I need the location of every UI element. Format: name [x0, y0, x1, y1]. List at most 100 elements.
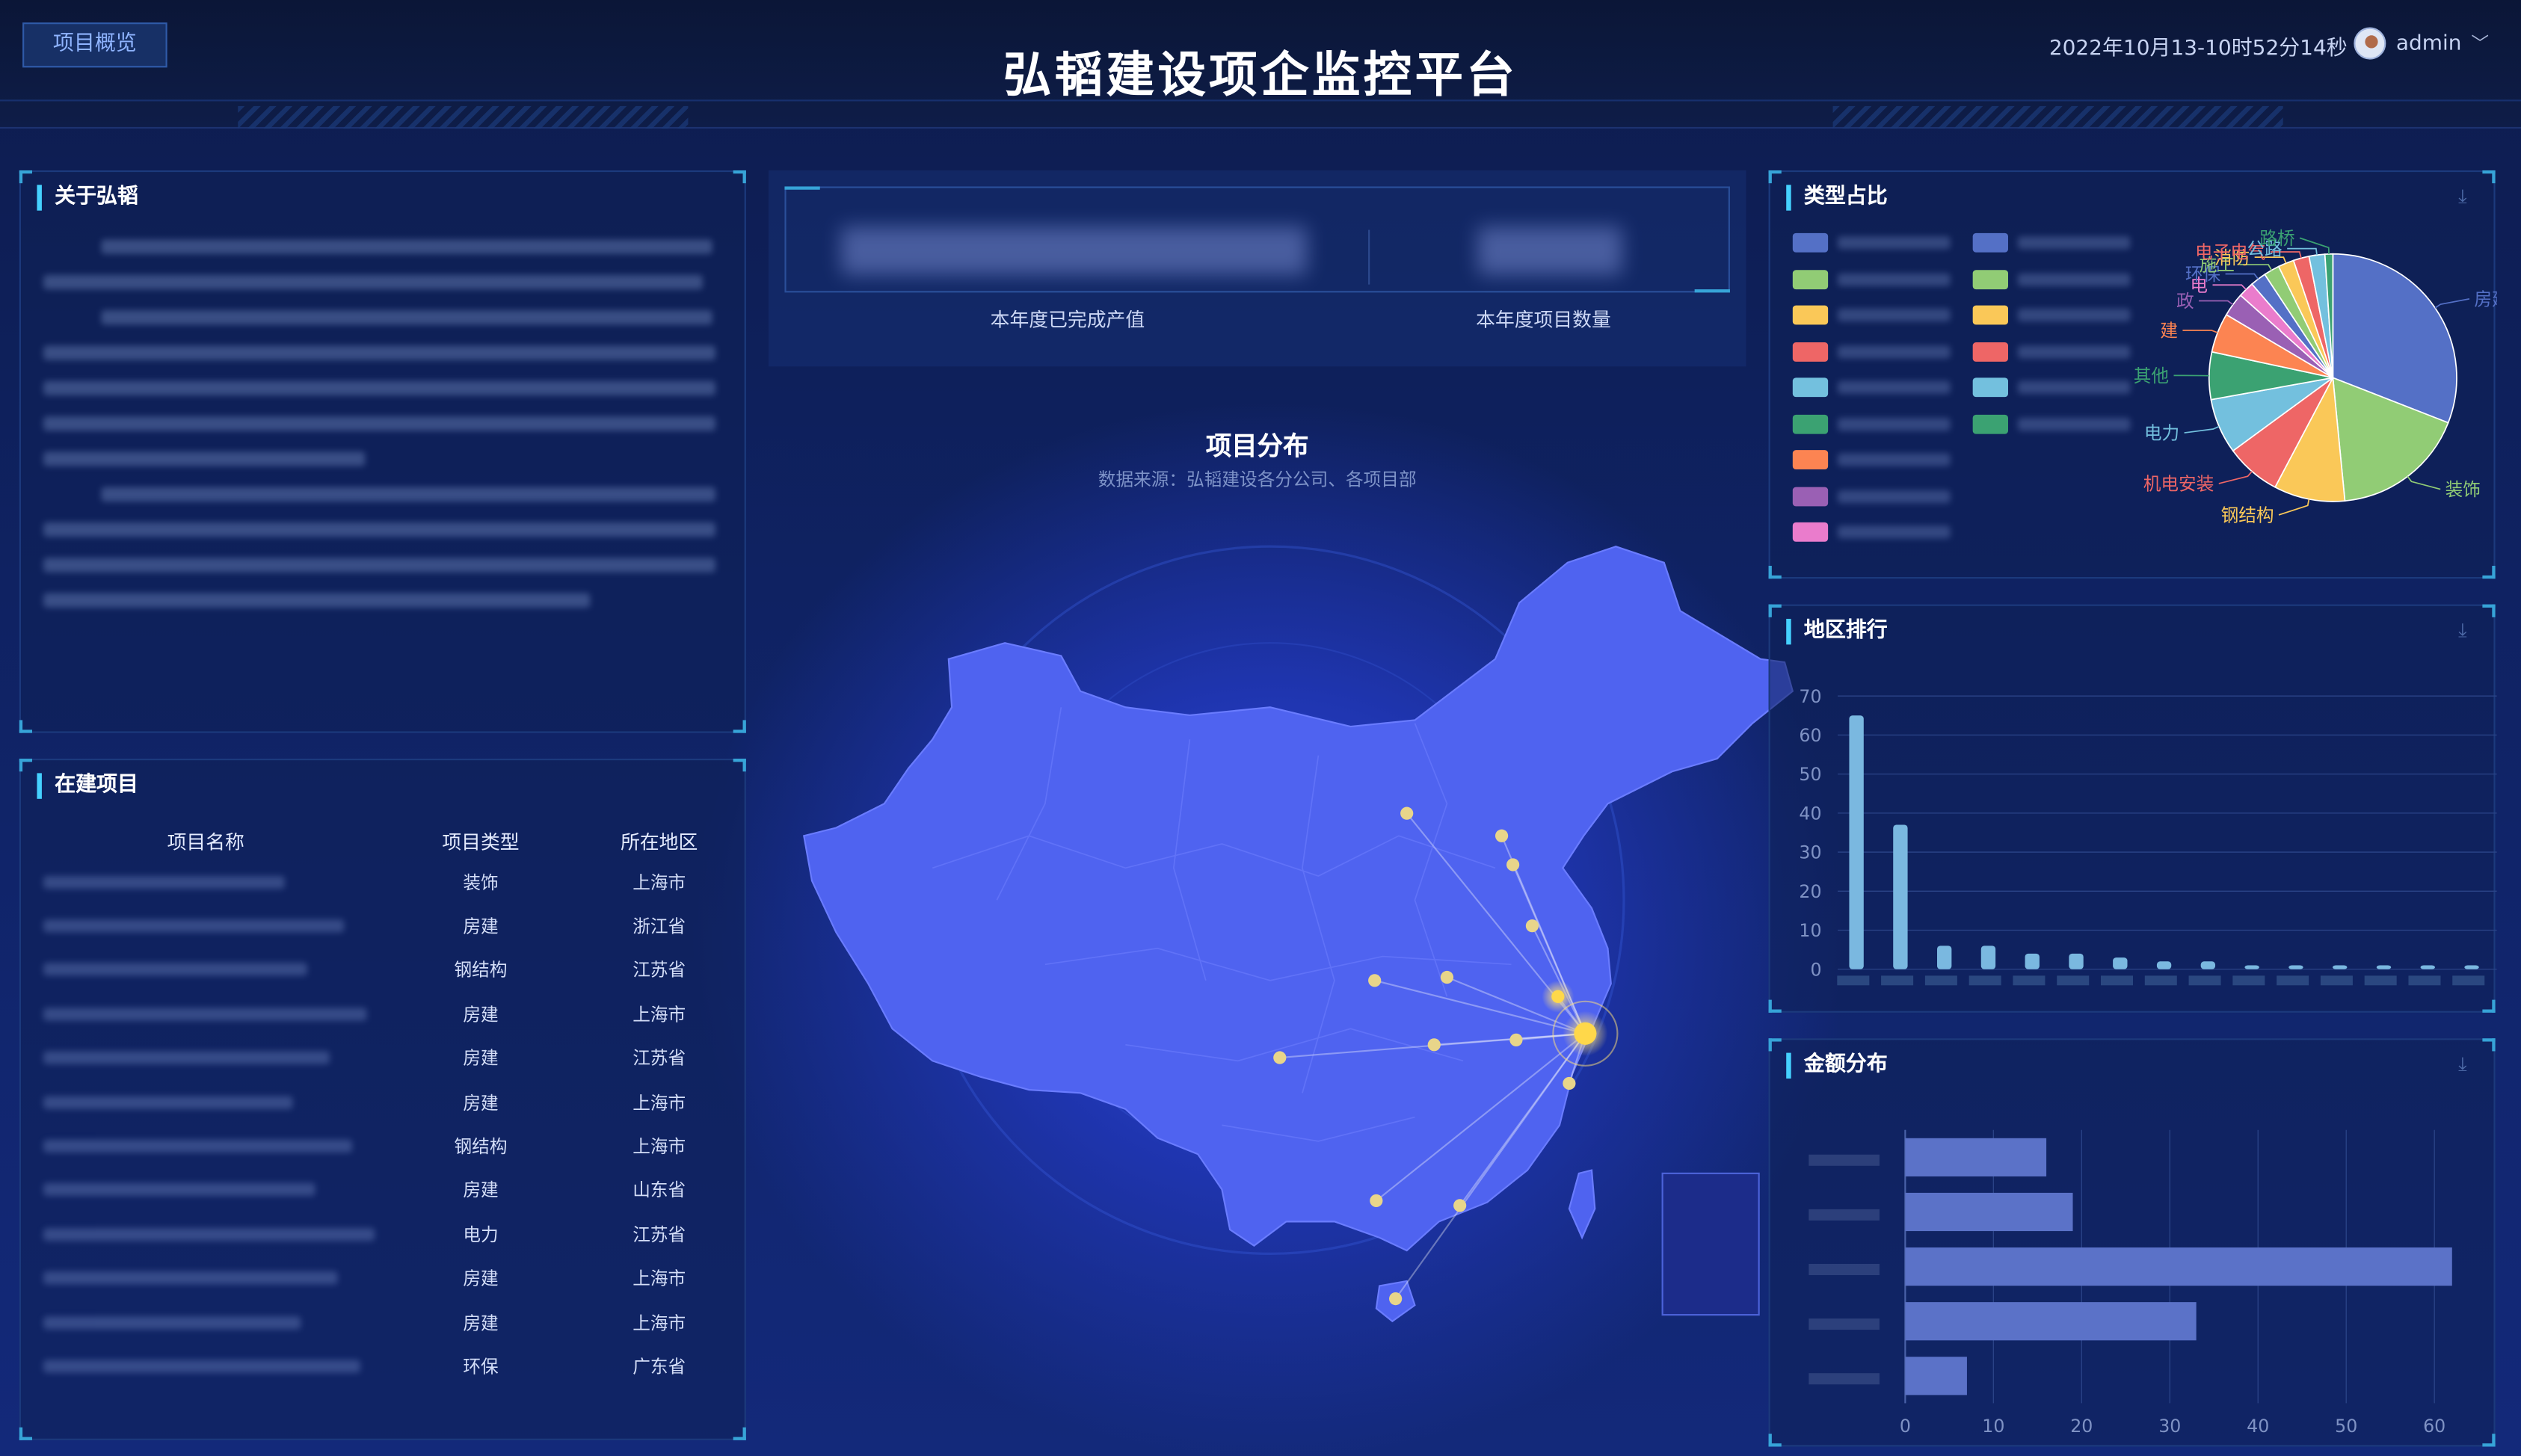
project-type-cell: 钢结构: [454, 960, 508, 981]
pie-label: 钢结构: [2221, 505, 2274, 526]
x-tick-label: [2057, 975, 2090, 986]
bar: [1905, 1302, 2197, 1341]
type-pie-chart[interactable]: 房建装饰钢结构机电安装电力其他建政电环保施工消防电子电气公路路桥: [1770, 172, 2497, 580]
pie-leader: [2278, 499, 2310, 516]
bar: [2113, 957, 2128, 969]
x-tick-label: [1837, 975, 1870, 986]
bar: [2200, 961, 2216, 969]
pie-label: 路桥: [2259, 228, 2294, 249]
project-type-cell: 房建: [463, 1048, 499, 1070]
table-row[interactable]: 房建 上海市: [21, 1256, 748, 1301]
pie-leader: [2184, 425, 2220, 434]
project-region-cell: 上海市: [632, 1312, 686, 1334]
bar: [2156, 961, 2172, 969]
bar: [2376, 965, 2392, 969]
project-region-cell: 上海市: [632, 1004, 686, 1025]
region-bar-chart[interactable]: 70 60 50 40 30 20 10 0: [1770, 606, 2497, 1014]
bar: [1849, 715, 1864, 969]
x-tick-label: 30: [2158, 1416, 2181, 1437]
table-row[interactable]: 房建 浙江省: [21, 904, 748, 948]
map-taiwan: [1568, 1169, 1596, 1240]
table-row[interactable]: 钢结构 上海市: [21, 1124, 748, 1168]
pie-label: 机电安装: [2143, 474, 2214, 495]
user-menu[interactable]: admin ﹀: [2354, 27, 2489, 60]
type-share-panel: 类型占比 ⤓ 房建装饰钢结构机电安装电力其他建政电环保施工消防电子电气公路路桥: [1768, 170, 2497, 580]
map-subtitle: 数据来源：弘韬建设各分公司、各项目部: [1098, 469, 1417, 490]
project-type-cell: 电力: [463, 1224, 499, 1246]
project-name-cell: [21, 963, 391, 977]
project-name-cell: [21, 1183, 391, 1197]
projects-panel: 在建项目 项目名称 项目类型 所在地区 装饰 上海市 房建 浙江省 钢结构 江苏省 房建 上海…: [19, 759, 746, 1440]
x-tick-label: 60: [2423, 1416, 2445, 1437]
table-row[interactable]: 房建 上海市: [21, 992, 748, 1036]
pie-leader: [2407, 475, 2441, 490]
table-header: 项目名称 项目类型 所在地区: [21, 828, 748, 856]
project-table[interactable]: 装饰 上海市 房建 浙江省 钢结构 江苏省 房建 上海市 房建 江苏省 房建 上海市 钢结构 上海市 房建山…: [21, 860, 748, 1433]
china-map[interactable]: [769, 514, 1797, 1350]
pie-leader: [2299, 237, 2330, 254]
header-stripe-left: [238, 105, 689, 129]
project-region-cell: 山东省: [632, 1180, 686, 1202]
col-type: 项目类型: [442, 830, 520, 854]
bar: [2333, 965, 2348, 969]
y-tick-label: 0: [1810, 959, 1821, 980]
bar: [2244, 965, 2259, 969]
x-tick-label: 40: [2247, 1416, 2269, 1437]
table-row[interactable]: 房建 江苏省: [21, 1036, 748, 1080]
x-tick-label: [2364, 975, 2397, 986]
pie-label: 电力: [2144, 423, 2179, 444]
table-row[interactable]: 房建 上海市: [21, 1080, 748, 1124]
table-row[interactable]: 装饰 上海市: [21, 860, 748, 904]
project-name-cell: [21, 1227, 391, 1241]
bar: [2288, 965, 2303, 969]
project-type-cell: 房建: [463, 1180, 499, 1202]
project-name-cell: [21, 1315, 391, 1329]
project-type-cell: 房建: [463, 1092, 499, 1114]
pie-leader: [2434, 298, 2470, 309]
project-region-cell: 上海市: [632, 1136, 686, 1158]
table-row[interactable]: 电力 江苏省: [21, 1212, 748, 1256]
username-label: admin: [2395, 31, 2462, 56]
pie-label: 装饰: [2445, 479, 2481, 500]
table-row[interactable]: 房建 山东省: [21, 1168, 748, 1212]
stats-panel: 本年度已完成产值 本年度项目数量: [768, 170, 1746, 367]
x-tick-label: [2277, 975, 2309, 986]
bar: [2069, 953, 2084, 969]
x-tick-label: 10: [1982, 1416, 2004, 1437]
table-row[interactable]: 房建 上海市: [21, 1301, 748, 1345]
y-tick-label: 70: [1799, 686, 1821, 707]
output-value: [840, 226, 1308, 275]
y-tick-label: [1809, 1154, 1880, 1166]
project-type-cell: 环保: [463, 1356, 499, 1378]
project-count-label: 本年度项目数量: [1476, 308, 1611, 332]
table-row[interactable]: 环保 广东省: [21, 1344, 748, 1388]
x-tick-label: [1924, 975, 1957, 986]
y-tick-label: 50: [1799, 764, 1821, 785]
datetime-display: 2022年10月13-10时52分14秒: [2048, 37, 2348, 61]
project-type-cell: 装饰: [463, 872, 499, 894]
about-text: [43, 239, 718, 628]
bar: [1905, 1138, 2047, 1176]
output-label: 本年度已完成产值: [990, 308, 1145, 332]
bar: [1893, 824, 1908, 969]
y-tick-label: 60: [1799, 725, 1821, 746]
y-tick-label: [1809, 1318, 1880, 1330]
pie-leader: [2199, 300, 2234, 306]
pie-label: 房建: [2474, 289, 2496, 309]
x-tick-label: 50: [2335, 1416, 2357, 1437]
project-region-cell: 江苏省: [632, 1048, 686, 1070]
y-tick-label: [1809, 1263, 1880, 1275]
x-tick-label: [1969, 975, 2001, 986]
table-row[interactable]: 钢结构 江苏省: [21, 948, 748, 992]
pie-label: 建: [2160, 321, 2178, 342]
x-tick-label: [2232, 975, 2265, 986]
x-tick-label: 0: [1900, 1416, 1911, 1437]
amount-bar-chart[interactable]: 01020304050607: [1770, 1040, 2497, 1448]
projects-title: 在建项目: [37, 773, 138, 799]
bar: [2464, 965, 2479, 969]
pie-leader: [2182, 330, 2218, 333]
col-name: 项目名称: [167, 830, 244, 854]
bar: [1980, 946, 1996, 969]
pie-leader: [2212, 284, 2247, 290]
chevron-down-icon: ﹀: [2471, 34, 2489, 55]
